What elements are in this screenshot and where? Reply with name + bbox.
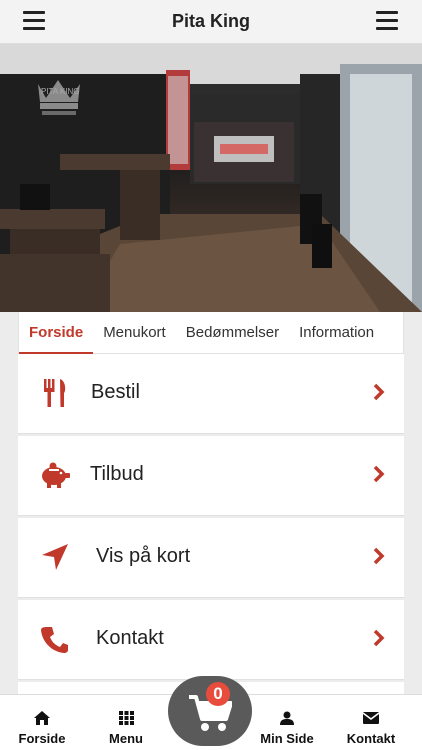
nav-min-side[interactable]: Min Side [245,695,329,750]
menu-item-label: Bestil [91,381,140,403]
menu-item-vis-pa-kort[interactable]: Vis på kort [18,518,404,598]
tab-forside[interactable]: Forside [19,312,94,354]
tab-menukort[interactable]: Menukort [93,312,176,354]
cart-count-badge: 0 [206,682,230,706]
user-icon [245,709,329,727]
tab-bar: Forside Menukort Bedømmelser Information [18,312,404,354]
nav-label: Min Side [260,731,314,746]
nav-forside[interactable]: Forside [0,695,84,750]
menu-item-label: Tilbud [90,463,144,485]
nav-menu[interactable]: Menu [84,695,168,750]
nav-label: Kontakt [346,731,396,746]
tab-bedommelser[interactable]: Bedømmelser [176,312,289,354]
app-title: Pita King [171,11,250,31]
envelope-icon [329,709,413,727]
home-icon [0,709,84,727]
phone-icon [38,622,72,656]
content-area: Forside Menukort Bedømmelser Information… [0,312,422,694]
chevron-right-icon [372,382,386,402]
chevron-right-icon [372,464,386,484]
chevron-right-icon [372,546,386,566]
chevron-right-icon [372,628,386,648]
piggy-bank-icon [38,458,72,492]
nav-label: Menu [109,731,143,746]
menu-item-label: Kontakt [96,627,164,649]
restaurant-hero-image: PITA KING [0,44,422,312]
menu-item-tilbud[interactable]: Tilbud [18,436,404,516]
menu-item-kontakt[interactable]: Kontakt [18,600,404,680]
grid-icon [84,709,168,727]
menu-item-bestil[interactable]: Bestil [18,354,404,434]
menu-hamburger-icon[interactable] [23,11,45,31]
cutlery-icon [38,376,72,410]
top-bar: Pita King [0,0,422,44]
options-hamburger-icon[interactable] [376,11,398,31]
menu-item-label: Vis på kort [96,545,191,567]
nav-label: Forside [18,731,66,746]
location-arrow-icon [38,540,72,574]
wall-sign-text: PITA KING [41,87,80,96]
tab-information[interactable]: Information [289,312,384,354]
nav-kontakt[interactable]: Kontakt [329,695,413,750]
